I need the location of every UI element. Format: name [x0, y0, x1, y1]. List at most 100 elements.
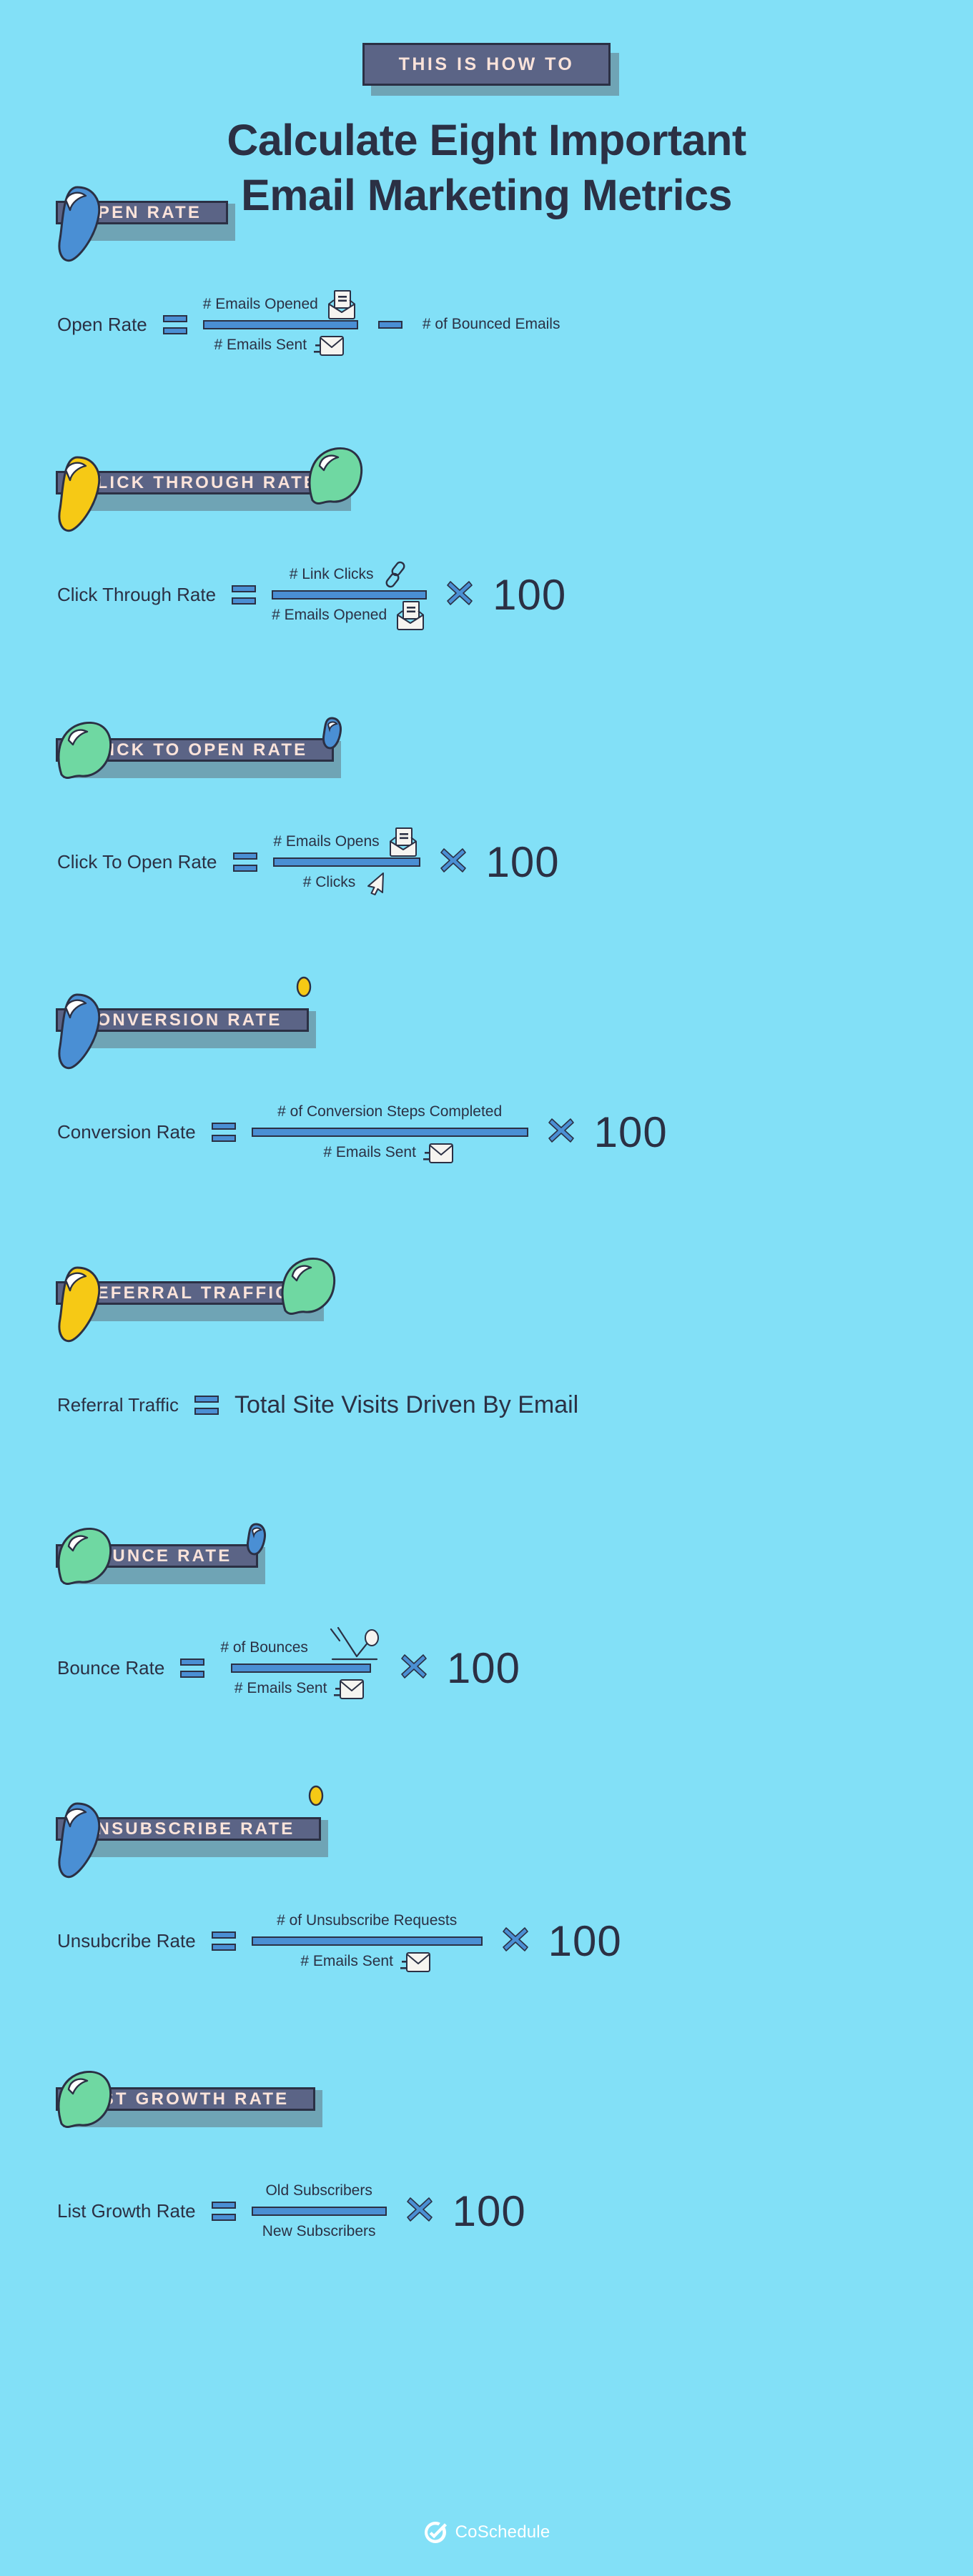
metric-section: CLICK THROUGH RATE Click Through Rate # …	[0, 447, 973, 637]
eyebrow-label: THIS IS HOW TO	[362, 43, 611, 86]
metric-banner[interactable]: LIST GROWTH RATE	[56, 2070, 323, 2128]
metric-section: OPEN RATE Open Rate # Emails Opened # Em…	[0, 177, 973, 367]
numerator-label: # of Bounces	[220, 1638, 308, 1656]
multiplier-value: 100	[593, 1108, 668, 1156]
multiplier-value: 100	[485, 837, 560, 886]
metric-banner[interactable]: CLICK TO OPEN RATE	[56, 717, 342, 779]
minus-icon	[377, 320, 402, 329]
metric-banner-row: UNSUBSCRIBE RATE	[0, 1785, 973, 1879]
fraction-denominator: # Emails Sent	[214, 333, 347, 357]
metric-banner[interactable]: CONVERSION RATE	[56, 976, 316, 1070]
fraction-numerator: # Emails Opens	[273, 827, 419, 857]
multiply-icon	[501, 1925, 530, 1957]
metric-name-label: List Growth Rate	[57, 2199, 196, 2222]
metric-name-label: Conversion Rate	[57, 1120, 196, 1143]
equals-icon	[194, 1395, 219, 1415]
metric-banner[interactable]: UNSUBSCRIBE RATE	[56, 1785, 329, 1879]
metric-fraction: # Emails Opened # Emails Sent	[202, 289, 358, 357]
metric-name-label: Click Through Rate	[57, 583, 217, 605]
numerator-label: # Link Clicks	[289, 565, 374, 582]
metric-banner-label: CLICK THROUGH RATE	[56, 471, 345, 494]
metric-banner[interactable]: OPEN RATE	[56, 186, 236, 262]
check-circle-icon	[423, 2520, 448, 2545]
metric-formula: Referral Traffic Total Site Visits Drive…	[0, 1362, 973, 1448]
metric-section: LIST GROWTH RATE List Growth Rate Old Su…	[0, 2064, 973, 2254]
fraction-numerator: # of Conversion Steps Completed	[277, 1100, 502, 1124]
metric-banner-row: BOUNCE RATE	[0, 1521, 973, 1601]
metric-section: REFERRAL TRAFFIC Referral Traffic Total …	[0, 1257, 973, 1448]
metric-banner-row: OPEN RATE	[0, 177, 973, 262]
metric-name-label: Open Rate	[57, 313, 147, 335]
equals-icon	[162, 314, 187, 334]
page-title-line-1: Calculate Eight Important	[227, 116, 746, 164]
eyebrow-badge: THIS IS HOW TO	[362, 43, 620, 96]
denominator-label: # Emails Sent	[214, 336, 307, 353]
numerator-label: Old Subscribers	[265, 2182, 372, 2199]
metric-section: BOUNCE RATE Bounce Rate # of Bounces # E…	[0, 1521, 973, 1711]
multiply-icon	[439, 846, 468, 878]
metric-banner-label: UNSUBSCRIBE RATE	[56, 1817, 322, 1841]
metric-plain-value: Total Site Visits Driven By Email	[234, 1391, 579, 1418]
fraction-numerator: # Link Clicks	[289, 561, 410, 587]
footer: CoSchedule	[0, 2520, 973, 2545]
equals-icon	[211, 2201, 236, 2221]
fraction-numerator: # Emails Opened	[203, 289, 358, 319]
subtrahend-label: # of Bounced Emails	[422, 316, 560, 332]
metric-name-label: Unsubcribe Rate	[57, 1929, 196, 1951]
metric-fraction: # of Conversion Steps Completed # Emails…	[251, 1100, 528, 1165]
fraction-denominator: # Emails Sent	[234, 1676, 367, 1701]
denominator-label: # Emails Sent	[300, 1952, 393, 1969]
metric-fraction: # Link Clicks # Emails Opened	[272, 561, 428, 630]
metric-formula: List Growth Rate Old Subscribers New Sub…	[0, 2168, 973, 2254]
multiply-icon	[547, 1116, 576, 1148]
multiplier-value: 100	[493, 570, 567, 619]
multiplier-value: 100	[446, 1643, 521, 1692]
fraction-bar	[251, 2206, 387, 2216]
open-envelope-icon	[387, 825, 420, 858]
metric-fraction: # Emails Opens # Clicks	[272, 827, 420, 896]
metric-formula: Unsubcribe Rate # of Unsubscribe Request…	[0, 1898, 973, 1984]
fraction-bar	[202, 319, 358, 329]
fraction-denominator: New Subscribers	[262, 2219, 376, 2244]
numerator-label: # of Unsubscribe Requests	[277, 1911, 458, 1929]
closed-envelope-icon	[423, 1139, 456, 1166]
fraction-bar	[251, 1127, 528, 1137]
metric-banner-label: CONVERSION RATE	[56, 1008, 309, 1032]
dot-decoration	[308, 1785, 324, 1806]
metric-name-label: Bounce Rate	[57, 1656, 165, 1679]
metric-formula: Click To Open Rate # Emails Opens # Clic…	[0, 819, 973, 905]
metric-banner[interactable]: CLICK THROUGH RATE	[56, 447, 363, 532]
closed-envelope-icon	[400, 1948, 433, 1975]
equals-icon	[211, 1931, 236, 1951]
metric-banner-row: CLICK TO OPEN RATE	[0, 715, 973, 795]
metric-fraction: # of Bounces # Emails Sent	[220, 1626, 381, 1701]
denominator-label: # Clicks	[302, 873, 356, 890]
open-envelope-icon	[325, 288, 358, 321]
metric-formula: Conversion Rate # of Conversion Steps Co…	[0, 1089, 973, 1175]
metric-banner-row: CLICK THROUGH RATE	[0, 447, 973, 532]
closed-envelope-icon	[334, 1675, 367, 1702]
cursor-icon	[362, 869, 390, 896]
fraction-bar	[230, 1663, 371, 1673]
metric-banner-row: LIST GROWTH RATE	[0, 2064, 973, 2144]
equals-icon	[211, 1122, 236, 1142]
brand-name: CoSchedule	[455, 2522, 550, 2542]
metric-fraction: Old Subscribers New Subscribers	[251, 2179, 387, 2244]
denominator-label: New Subscribers	[262, 2222, 376, 2239]
metric-formula: Open Rate # Emails Opened # Emails Sent	[0, 282, 973, 367]
metric-banner-label: BOUNCE RATE	[56, 1544, 259, 1568]
metric-section: CLICK TO OPEN RATE Click To Open Rate # …	[0, 715, 973, 905]
metric-banner-row: REFERRAL TRAFFIC	[0, 1257, 973, 1343]
metric-banner[interactable]: REFERRAL TRAFFIC	[56, 1257, 335, 1343]
fraction-denominator: # Emails Sent	[323, 1140, 456, 1165]
metric-fraction: # of Unsubscribe Requests # Emails Sent	[251, 1909, 483, 1974]
metric-banner-label: LIST GROWTH RATE	[56, 2087, 316, 2111]
metric-banner[interactable]: BOUNCE RATE	[56, 1523, 267, 1585]
fraction-denominator: # Emails Sent	[300, 1949, 433, 1974]
metric-banner-row: CONVERSION RATE	[0, 976, 973, 1070]
multiply-icon	[445, 579, 474, 611]
fraction-bar	[251, 1936, 483, 1946]
metric-name-label: Click To Open Rate	[57, 850, 217, 872]
denominator-label: # Emails Sent	[234, 1679, 327, 1696]
fraction-numerator: Old Subscribers	[265, 2179, 372, 2203]
